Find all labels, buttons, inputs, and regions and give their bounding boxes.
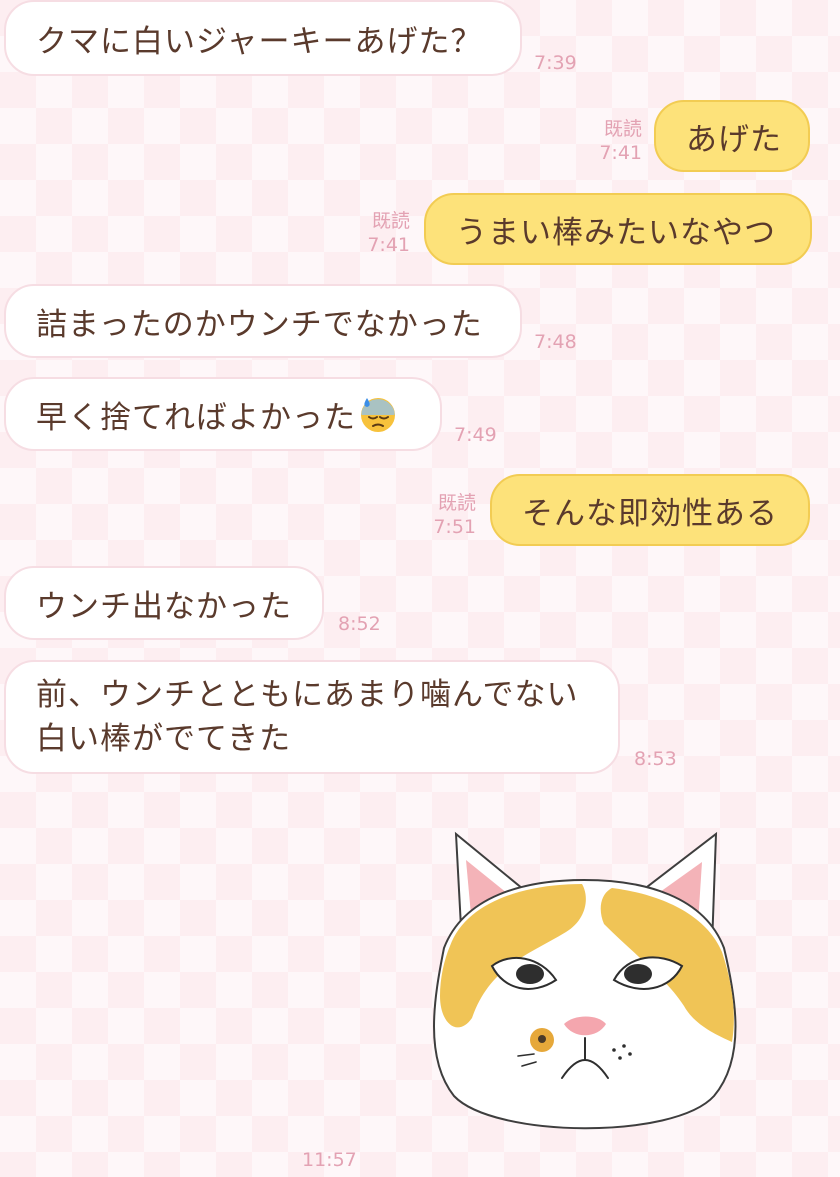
incoming-message-bubble[interactable]: ウンチ出なかった — [4, 566, 324, 640]
message-timestamp: 7:41 — [599, 142, 642, 164]
incoming-message-bubble[interactable]: 早く捨てればよかった — [4, 377, 442, 451]
message-text: 詰まったのかウンチでなかった — [36, 306, 483, 343]
message-timestamp: 7:39 — [534, 52, 577, 74]
message-timestamp: 11:57 — [302, 1149, 357, 1171]
message-text: あげた — [686, 121, 782, 158]
message-text-line: 前、ウンチとともにあまり噛んでない — [36, 677, 579, 713]
downcast-face-with-sweat-emoji — [361, 398, 395, 432]
incoming-message-bubble[interactable]: クマに白いジャーキーあげた？ — [4, 0, 522, 76]
message-timestamp: 8:53 — [634, 748, 677, 770]
incoming-message-bubble[interactable]: 詰まったのかウンチでなかった — [4, 284, 522, 358]
read-receipt: 既読 7:51 — [420, 491, 476, 539]
message-text: そんな即効性ある — [522, 495, 778, 532]
incoming-message-bubble[interactable]: 前、ウンチとともにあまり噛んでない 白い棒がでてきた — [4, 660, 620, 774]
message-text-line: 白い棒がでてきた — [36, 721, 292, 757]
read-label: 既読 — [603, 118, 642, 140]
outgoing-message-bubble[interactable]: あげた — [654, 100, 810, 172]
message-text: ウンチ出なかった — [36, 588, 292, 625]
message-timestamp: 7:49 — [454, 424, 497, 446]
message-timestamp: 8:52 — [338, 613, 381, 635]
message-text: 早く捨てればよかった — [36, 399, 356, 436]
message-text: クマに白いジャーキーあげた？ — [36, 23, 483, 60]
outgoing-message-bubble[interactable]: うまい棒みたいなやつ — [424, 193, 812, 265]
read-receipt: 既読 7:41 — [586, 117, 642, 165]
read-label: 既読 — [371, 210, 410, 232]
message-text: うまい棒みたいなやつ — [456, 214, 776, 251]
message-timestamp: 7:48 — [534, 331, 577, 353]
outgoing-message-bubble[interactable]: そんな即効性ある — [490, 474, 810, 546]
message-timestamp: 7:51 — [433, 516, 476, 538]
read-label: 既読 — [437, 492, 476, 514]
read-receipt: 既読 7:41 — [354, 209, 410, 257]
cat-face-sticker[interactable] — [414, 828, 754, 1148]
message-timestamp: 7:41 — [367, 234, 410, 256]
